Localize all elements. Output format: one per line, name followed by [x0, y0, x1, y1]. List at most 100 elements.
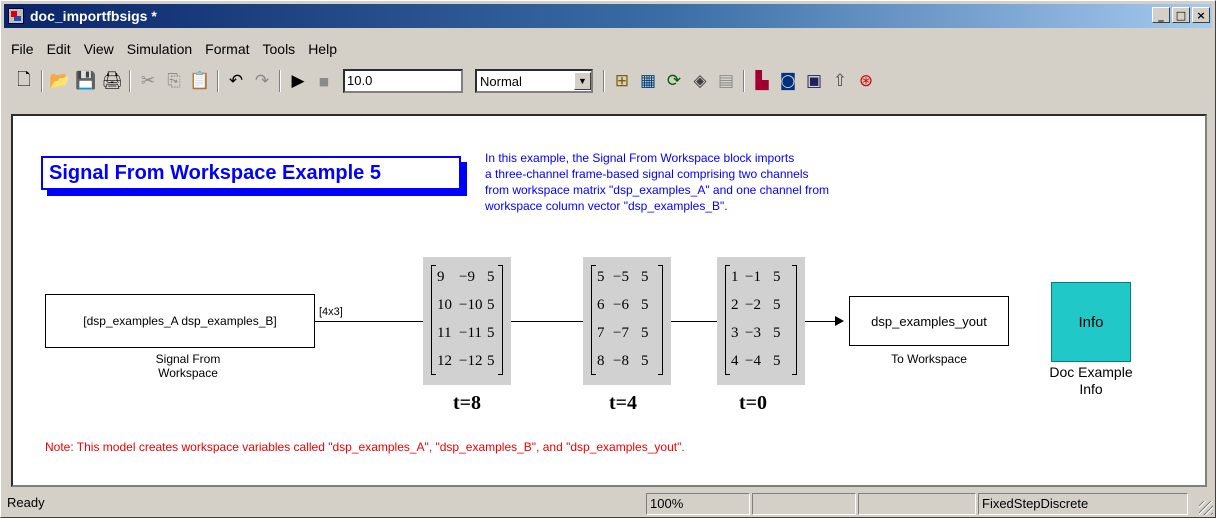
menu-bar: File Edit View Simulation Format Tools H…: [11, 39, 337, 59]
print-preview-icon[interactable]: ◙: [777, 70, 799, 92]
toolbar-separator: [603, 70, 605, 92]
matrix-cell: 1: [731, 269, 739, 285]
matrix-cell: −7: [613, 325, 629, 341]
new-icon[interactable]: 🗋: [13, 70, 35, 92]
status-bar: Ready 100% FixedStepDiscrete: [4, 493, 1214, 517]
matrix-cell: 9: [437, 269, 445, 285]
menu-view[interactable]: View: [84, 39, 114, 59]
description-text[interactable]: In this example, the Signal From Workspa…: [485, 150, 975, 214]
model-canvas[interactable]: Signal From Workspace Example 5 In this …: [11, 114, 1207, 487]
source-block-label-line: Workspace: [158, 366, 218, 380]
copy-icon[interactable]: ⎘: [163, 70, 185, 92]
time-label: t=0: [739, 392, 768, 414]
diagram-title[interactable]: Signal From Workspace Example 5: [41, 156, 461, 190]
time-label: t=8: [453, 392, 482, 414]
matrix-row: 7 −7 5: [591, 319, 663, 347]
matrix-cell: −8: [613, 353, 629, 369]
info-block-label-line: Info: [1079, 381, 1103, 397]
simulation-mode-select[interactable]: Normal ▼: [475, 69, 593, 93]
matrix-cell: 5: [641, 297, 649, 313]
info-block-text: Info: [1078, 313, 1104, 331]
print-icon[interactable]: 🖨: [101, 70, 123, 92]
explorer-icon[interactable]: ▙: [751, 70, 773, 92]
simulink-icon[interactable]: ⊛: [855, 70, 877, 92]
simulink-app-icon[interactable]: [8, 8, 24, 24]
model-window: doc_importfbsigs * _ □ × File Edit View …: [0, 0, 1216, 518]
menu-help[interactable]: Help: [308, 39, 337, 59]
title-bar[interactable]: doc_importfbsigs * _ □ ×: [4, 4, 1212, 28]
sink-block-label[interactable]: To Workspace: [869, 352, 989, 366]
minimize-button[interactable]: _: [1152, 7, 1170, 23]
matrix-cell: −11: [459, 325, 482, 341]
status-pane: [752, 493, 856, 515]
source-block-text: [dsp_examples_A dsp_examples_B]: [83, 314, 277, 328]
matrix-row: 5 −5 5: [591, 263, 663, 291]
arrow-head-icon: [835, 316, 844, 326]
matrix: 1 −1 5 2 −2 5 3 −3 5 4 −4 5: [725, 263, 797, 377]
bracket-left: [725, 265, 730, 375]
sink-block-text: dsp_examples_yout: [871, 313, 987, 329]
matrix-cell: −12: [459, 353, 483, 369]
matrix-cell: 5: [487, 325, 495, 341]
toolbar-separator: [129, 70, 131, 92]
cut-icon[interactable]: ✂: [137, 70, 159, 92]
update-icon[interactable]: ⟳: [663, 70, 685, 92]
library-browser-icon[interactable]: ▣: [803, 70, 825, 92]
signal-line[interactable]: [805, 321, 835, 322]
status-solver: FixedStepDiscrete: [978, 493, 1188, 515]
library-icon[interactable]: ◈: [689, 70, 711, 92]
matrix-cell: 6: [597, 297, 605, 313]
matrix-cell: −4: [745, 353, 761, 369]
toolbar-separator: [279, 70, 281, 92]
toolbar-separator: [743, 70, 745, 92]
undo-icon[interactable]: ↶: [225, 70, 247, 92]
signal-line[interactable]: [511, 321, 583, 322]
resize-grip-icon[interactable]: [1199, 501, 1213, 515]
menu-tools[interactable]: Tools: [263, 39, 296, 59]
paste-icon[interactable]: 📋: [189, 70, 211, 92]
menu-format[interactable]: Format: [205, 39, 249, 59]
matrix-frame-t4: 5 −5 5 6 −6 5 7 −7 5 8 −8 5: [583, 257, 671, 385]
matrix-cell: 10: [437, 297, 452, 313]
menu-file[interactable]: File: [11, 39, 34, 59]
redo-icon[interactable]: ↷: [251, 70, 273, 92]
matrix-row: 1 −1 5: [725, 263, 797, 291]
build-icon[interactable]: ⊞: [611, 70, 633, 92]
matrix-cell: 5: [773, 353, 781, 369]
source-block-label[interactable]: Signal From Workspace: [133, 352, 243, 380]
bracket-left: [431, 265, 436, 375]
menu-simulation[interactable]: Simulation: [127, 39, 192, 59]
up-arrow-icon[interactable]: ⇧: [829, 70, 851, 92]
info-block-label[interactable]: Doc Example Info: [1031, 364, 1151, 398]
note-text[interactable]: Note: This model creates workspace varia…: [45, 440, 685, 454]
description-line: In this example, the Signal From Workspa…: [485, 151, 795, 165]
info-block[interactable]: Info: [1051, 282, 1131, 362]
stop-time-input[interactable]: 10.0: [343, 69, 463, 93]
run-icon[interactable]: ▶: [287, 70, 309, 92]
bracket-right: [792, 265, 797, 375]
to-workspace-block[interactable]: dsp_examples_yout: [849, 296, 1009, 346]
simulation-mode-value: Normal: [480, 73, 522, 89]
matrix-cell: 11: [437, 325, 452, 341]
signal-line[interactable]: [315, 321, 423, 322]
matrix-cell: −1: [745, 269, 761, 285]
zoom-level: 100%: [646, 493, 750, 515]
matrix-row: 3 −3 5: [725, 319, 797, 347]
matrix-frame-t0: 1 −1 5 2 −2 5 3 −3 5 4 −4 5: [717, 257, 805, 385]
debug-icon[interactable]: ▦: [637, 70, 659, 92]
matrix-row: 6 −6 5: [591, 291, 663, 319]
save-icon[interactable]: 💾: [75, 70, 97, 92]
open-icon[interactable]: 📂: [49, 70, 71, 92]
description-line: workspace column vector "dsp_examples_B"…: [485, 199, 728, 213]
chevron-down-icon[interactable]: ▼: [574, 72, 591, 90]
signal-line[interactable]: [671, 321, 717, 322]
matrix: 9 −9 5 10 −10 5 11 −11 5 12 −12 5: [431, 263, 503, 377]
stop-icon[interactable]: ■: [313, 70, 335, 92]
menu-edit[interactable]: Edit: [47, 39, 71, 59]
signal-from-workspace-block[interactable]: [dsp_examples_A dsp_examples_B]: [45, 294, 315, 348]
close-button[interactable]: ×: [1192, 7, 1210, 23]
model-explorer-icon[interactable]: ▤: [715, 70, 737, 92]
maximize-button[interactable]: □: [1172, 7, 1190, 23]
matrix-cell: 5: [487, 269, 495, 285]
matrix: 5 −5 5 6 −6 5 7 −7 5 8 −8 5: [591, 263, 663, 377]
